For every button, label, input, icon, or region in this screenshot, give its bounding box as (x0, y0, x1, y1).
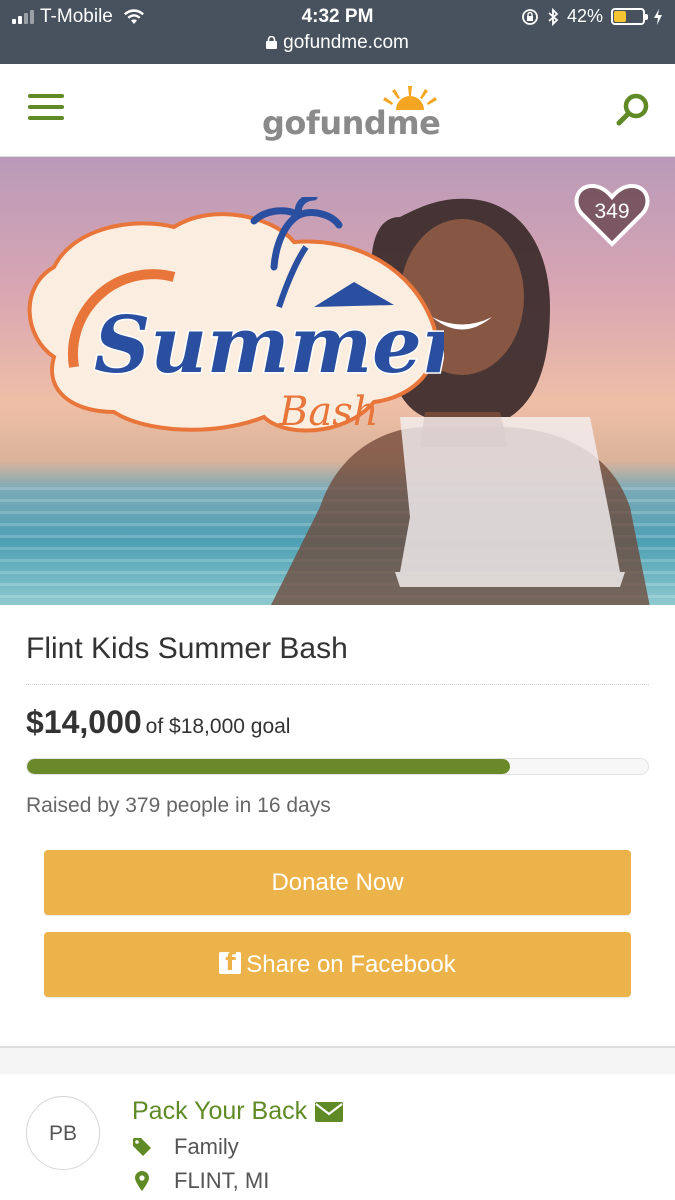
logo-text: gofundme (262, 104, 441, 142)
share-on-facebook-button[interactable]: Share on Facebook (44, 932, 631, 997)
lock-icon (266, 36, 278, 49)
organizer-name: Pack Your Back (132, 1097, 308, 1125)
location-label: FLINT, MI (174, 1168, 270, 1193)
logo-bash-text: Bash (278, 389, 379, 435)
campaign-title: Flint Kids Summer Bash (26, 632, 348, 665)
divider (26, 684, 649, 685)
donate-now-button[interactable]: Donate Now (44, 850, 631, 915)
url-text: gofundme.com (283, 32, 409, 53)
battery-percent: 42% (566, 6, 603, 26)
status-right: 42% (521, 6, 663, 27)
map-pin-icon (135, 1171, 149, 1191)
tag-icon (133, 1138, 151, 1156)
amount-raised: $14,000 (26, 704, 142, 740)
site-header: gofundme (0, 64, 675, 157)
envelope-icon[interactable] (315, 1101, 344, 1122)
heart-count-button[interactable]: 349 (574, 182, 650, 248)
progress-bar (26, 758, 649, 775)
location-row: FLINT, MI (132, 1168, 269, 1194)
facebook-icon (219, 946, 242, 978)
orientation-lock-icon (522, 8, 538, 25)
search-icon[interactable] (615, 92, 651, 128)
category-row: Family (132, 1134, 239, 1160)
gofundme-logo[interactable]: gofundme (262, 84, 441, 142)
summer-bash-logo: Summer Bash (27, 197, 444, 435)
charging-bolt-icon (654, 8, 662, 25)
campaign-hero-image[interactable]: Summer Bash 349 (0, 157, 675, 605)
heart-count: 349 (594, 200, 630, 223)
organizer-name-link[interactable]: Pack Your Back (132, 1097, 344, 1126)
battery-icon (611, 8, 648, 25)
bluetooth-icon (548, 7, 559, 26)
amount-raised-line: $14,000 of $18,000 goal (26, 704, 290, 741)
category-label: Family (174, 1134, 239, 1159)
logo-summer-text: Summer (94, 300, 444, 391)
address-bar[interactable]: gofundme.com (0, 32, 675, 54)
share-label: Share on Facebook (246, 951, 456, 978)
progress-fill (27, 759, 511, 774)
status-bar: T-Mobile 4:32 PM 42% gofundme.com (0, 0, 675, 64)
raised-by-text: Raised by 379 people in 16 days (26, 794, 331, 817)
goal-amount: of $18,000 goal (145, 715, 291, 738)
hamburger-menu-icon[interactable] (28, 94, 64, 124)
organizer-avatar: PB (26, 1096, 100, 1170)
section-separator (0, 1046, 675, 1074)
